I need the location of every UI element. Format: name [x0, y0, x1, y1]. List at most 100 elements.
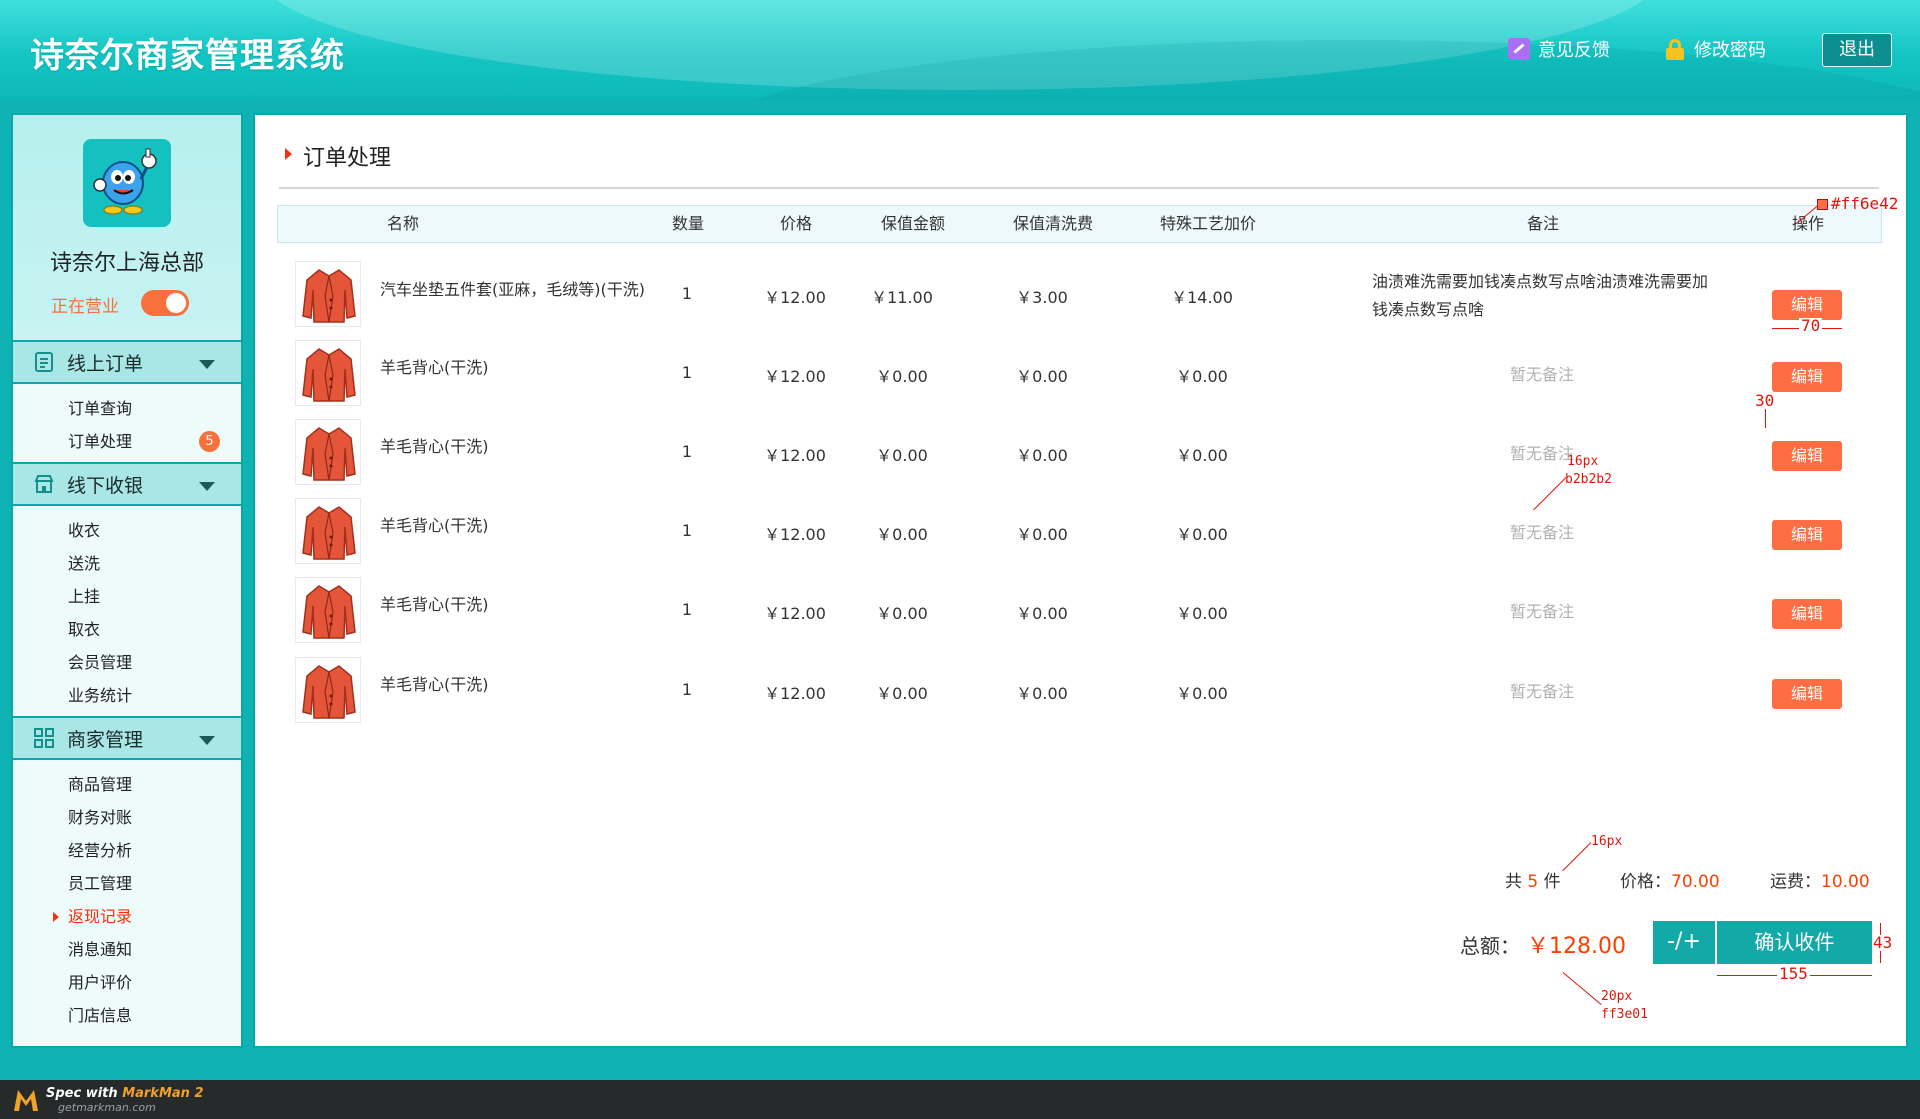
nav-item-finance-reconcile[interactable]: 财务对账: [13, 801, 241, 834]
change-password-link[interactable]: 修改密码: [1664, 36, 1766, 62]
spec-credit: Spec with MarkMan 2: [46, 1086, 204, 1101]
markman-logo-icon: [14, 1090, 38, 1111]
feedback-icon: [1508, 38, 1530, 60]
title-arrow-icon: [285, 148, 292, 160]
pending-count-badge: 5: [199, 431, 220, 452]
nav-item-business-stats[interactable]: 业务统计: [13, 679, 241, 712]
mascot-logo: [93, 148, 157, 215]
total-size-annotation: 20px: [1601, 989, 1633, 1004]
edit-button[interactable]: 编辑: [1772, 599, 1842, 629]
store-icon: [33, 473, 55, 495]
product-thumbnail: [295, 419, 361, 485]
nav-item-cashback-records[interactable]: 返现记录: [13, 900, 241, 933]
business-status-toggle[interactable]: [141, 290, 189, 316]
change-password-label: 修改密码: [1694, 40, 1766, 61]
jacket-icon: [302, 665, 356, 719]
remark-text: 暂无备注: [1509, 602, 1574, 621]
jacket-icon: [302, 427, 356, 481]
cell-price: ￥12.00: [764, 288, 826, 307]
total-color-annotation: ff3e01: [1601, 1007, 1648, 1022]
product-name: 羊毛背心(干洗): [380, 437, 489, 456]
nav-item-hang-up[interactable]: 上挂: [13, 580, 241, 613]
spec-brand: MarkMan 2: [122, 1086, 204, 1101]
table-header: 名称 数量 价格 保值金额 保值清洗费 特殊工艺加价 备注 操作: [277, 205, 1882, 243]
col-header-action: 操作: [1791, 214, 1824, 233]
nav-group-offline-cashier[interactable]: 线下收银: [13, 462, 241, 506]
price-label: 价格：: [1620, 872, 1671, 892]
col-header-wash-fee: 保值清洗费: [1012, 214, 1093, 233]
cell-craft: ￥0.00: [1176, 446, 1228, 465]
nav-item-order-processing[interactable]: 订单处理 5: [13, 425, 241, 458]
nav-group-online-orders[interactable]: 线上订单: [13, 340, 241, 384]
jacket-icon: [302, 585, 356, 639]
edit-color-annotation: #ff6e42: [1831, 194, 1899, 213]
edit-button[interactable]: 编辑: [1772, 520, 1842, 550]
spec-site: getmarkman.com: [58, 1101, 156, 1114]
chevron-down-icon: [199, 736, 215, 745]
col-header-craft: 特殊工艺加价: [1159, 214, 1256, 233]
item-count: 共 5 件: [1505, 867, 1561, 892]
cell-insured: ￥0.00: [876, 604, 928, 623]
confirm-receipt-button[interactable]: 确认收件: [1717, 921, 1872, 964]
nav-item-store-info[interactable]: 门店信息: [13, 999, 241, 1032]
shipping-value: 10.00: [1821, 872, 1870, 892]
color-swatch-annotation: [1817, 199, 1828, 210]
col-header-insured: 保值金额: [880, 214, 945, 233]
logout-button[interactable]: 退出: [1822, 33, 1892, 67]
business-status-label: 正在营业: [51, 297, 119, 317]
product-thumbnail: [295, 657, 361, 723]
cell-insured: ￥0.00: [876, 367, 928, 386]
app-title: 诗奈尔商家管理系统: [30, 36, 345, 76]
nav-group-merchant-management[interactable]: 商家管理: [13, 716, 241, 760]
product-thumbnail: [295, 340, 361, 406]
cell-insured: ￥0.00: [876, 525, 928, 544]
chevron-down-icon: [199, 482, 215, 491]
nav-item-staff-management[interactable]: 员工管理: [13, 867, 241, 900]
cell-price: ￥12.00: [764, 684, 826, 703]
nav-item-notifications[interactable]: 消息通知: [13, 933, 241, 966]
cell-qty: 1: [681, 442, 693, 461]
col-header-remark: 备注: [1526, 214, 1559, 233]
nav-item-products[interactable]: 商品管理: [13, 768, 241, 801]
remark-size-annotation: 16px: [1567, 454, 1599, 469]
remark-text: 暂无备注: [1509, 444, 1574, 463]
spec-prefix: Spec with: [46, 1086, 123, 1101]
price-value: 70.00: [1671, 872, 1720, 892]
count-suffix: 件: [1543, 872, 1561, 892]
cell-wash-fee: ￥0.00: [1016, 446, 1068, 465]
feedback-link[interactable]: 意见反馈: [1508, 36, 1610, 62]
edit-width-annotation: 70: [1799, 316, 1823, 335]
nav-item-send-wash[interactable]: 送洗: [13, 547, 241, 580]
nav-item-label: 订单处理: [68, 432, 133, 451]
nav-item-user-reviews[interactable]: 用户评价: [13, 966, 241, 999]
nav-group-title: 线下收银: [67, 474, 144, 497]
edit-button[interactable]: 编辑: [1772, 441, 1842, 471]
adjust-amount-button[interactable]: -/+: [1653, 921, 1715, 964]
nav-item-receive-clothes[interactable]: 收衣: [13, 514, 241, 547]
edit-button[interactable]: 编辑: [1772, 362, 1842, 392]
cell-wash-fee: ￥3.00: [1016, 288, 1068, 307]
count-size-annotation: 16px: [1591, 834, 1623, 849]
jacket-icon: [302, 269, 356, 323]
store-profile: 诗奈尔上海总部 正在营业: [13, 115, 241, 340]
page-title: 订单处理: [303, 146, 392, 171]
nav-group-title: 商家管理: [67, 728, 144, 751]
remark-text: 暂无备注: [1509, 523, 1574, 542]
nav-item-member-management[interactable]: 会员管理: [13, 646, 241, 679]
table-row: 羊毛背心(干洗) 1 ￥12.00 ￥0.00 ￥0.00 ￥0.00 暂无备注 编辑: [277, 568, 1882, 648]
chevron-down-icon: [199, 360, 215, 369]
col-header-name: 名称: [386, 214, 419, 233]
cell-qty: 1: [681, 363, 693, 382]
cell-qty: 1: [681, 284, 693, 303]
edit-button[interactable]: 编辑: [1772, 679, 1842, 709]
table-row: 羊毛背心(干洗) 1 ￥12.00 ￥0.00 ￥0.00 ￥0.00 暂无备注 编辑: [277, 648, 1882, 728]
cell-craft: ￥0.00: [1176, 525, 1228, 544]
nav-item-operation-analysis[interactable]: 经营分析: [13, 834, 241, 867]
nav-item-order-query[interactable]: 订单查询: [13, 392, 241, 425]
cell-qty: 1: [681, 600, 693, 619]
product-thumbnail: [295, 498, 361, 564]
confirm-height-annotation: 43: [1873, 933, 1893, 952]
confirm-width-annotation: 155: [1777, 964, 1810, 983]
cell-craft: ￥14.00: [1171, 288, 1233, 307]
nav-item-pick-up[interactable]: 取衣: [13, 613, 241, 646]
